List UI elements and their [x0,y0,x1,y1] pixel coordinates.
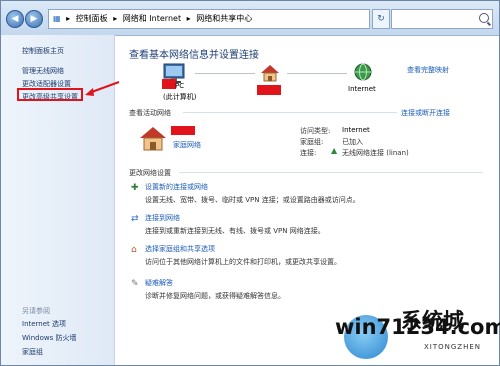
connect-network-icon: ⇄ [131,214,139,224]
address-bar: ◀ ▶ ▦ ▸ 控制面板 ▸ 网络和 Internet ▸ 网络和共享中心 ↻ [1,1,499,36]
connection-line [287,73,347,74]
globe-icon [354,63,372,81]
breadcrumb-separator: ▸ [113,14,118,23]
see-also-internet-options[interactable]: Internet 选项 [22,319,66,329]
task-connect-network: 连接到网络 连接到或重新连接到无线、有线、拨号或 VPN 网络连接。 [145,213,325,236]
task-title[interactable]: 选择家庭组和共享选项 [145,244,341,254]
search-input[interactable] [391,9,493,29]
sidebar-item-home[interactable]: 控制面板主页 [22,46,64,56]
breadcrumb[interactable]: ▦ ▸ 控制面板 ▸ 网络和 Internet ▸ 网络和共享中心 [48,9,370,29]
back-button[interactable]: ◀ [6,10,24,28]
see-also-homegroup[interactable]: 家庭组 [22,347,43,357]
access-type-value: Internet [342,126,370,134]
page-title: 查看基本网络信息并设置连接 [129,50,259,61]
task-troubleshoot: 疑难解答 诊断并修复网络问题，或获得疑难解答信息。 [145,278,285,301]
see-also-heading: 另请参阅 [22,307,50,315]
task-title[interactable]: 设置新的连接或网络 [145,182,360,192]
watermark-text: win71234.com [335,315,500,339]
full-map-link[interactable]: 查看完整映射 [407,65,449,75]
divider [183,112,397,113]
folder-icon: ▦ [53,14,61,23]
access-type-label: 访问类型: [300,127,331,135]
breadcrumb-sharing-center[interactable]: 网络和共享中心 [196,14,252,23]
divider [179,172,483,173]
sidebar-item-manage-wireless[interactable]: 管理无线网络 [22,66,64,76]
breadcrumb-network-internet[interactable]: 网络和 Internet [123,14,181,23]
pc-label: PC [175,82,185,90]
task-title[interactable]: 连接到网络 [145,213,325,223]
task-desc: 诊断并修复网络问题，或获得疑难解答信息。 [145,292,285,300]
highlight-box [17,88,83,101]
redacted-box [257,85,281,95]
troubleshoot-icon: ✎ [131,279,139,289]
connection-label: 连接: [300,149,317,157]
network-type-link[interactable]: 家庭网络 [173,140,201,150]
task-desc: 访问位于其他网络计算机上的文件和打印机，或更改共享设置。 [145,258,341,266]
active-network-title: 查看活动网络 [129,109,171,117]
homegroup-label: 家庭组: [300,138,324,146]
homegroup-icon: ⌂ [131,245,137,255]
task-title[interactable]: 疑难解答 [145,278,285,288]
redacted-box [171,126,195,135]
wifi-signal-icon: ▲ [331,146,338,155]
see-also-firewall[interactable]: Windows 防火墙 [22,333,76,343]
homegroup-value[interactable]: 已加入 [342,137,363,147]
connection-value[interactable]: 无线网络连接 (linan) [342,148,409,158]
home-network-icon [140,127,166,151]
new-connection-icon: ✚ [131,183,139,193]
connection-line [195,73,255,74]
internet-label: Internet [348,85,376,93]
breadcrumb-separator: ▸ [186,14,191,23]
forward-button[interactable]: ▶ [25,10,43,28]
change-settings-title: 更改网络设置 [129,169,171,177]
pc-sublabel: (此计算机) [163,93,197,101]
house-icon [261,65,279,82]
breadcrumb-control-panel[interactable]: 控制面板 [76,14,108,23]
refresh-button[interactable]: ↻ [372,9,390,29]
task-desc: 连接到或重新连接到无线、有线、拨号或 VPN 网络连接。 [145,227,325,235]
breadcrumb-separator: ▸ [66,14,71,23]
task-new-connection: 设置新的连接或网络 设置无线、宽带、拨号、临时或 VPN 连接；或设置路由器或访… [145,182,360,205]
redacted-box [162,79,176,89]
task-homegroup: 选择家庭组和共享选项 访问位于其他网络计算机上的文件和打印机，或更改共享设置。 [145,244,341,267]
task-desc: 设置无线、宽带、拨号、临时或 VPN 连接；或设置路由器或访问点。 [145,196,360,204]
search-icon[interactable] [479,13,489,23]
watermark-sub: XITONGZHEN [424,343,482,351]
window: ◀ ▶ ▦ ▸ 控制面板 ▸ 网络和 Internet ▸ 网络和共享中心 ↻ … [0,0,500,366]
connect-disconnect-link[interactable]: 连接或断开连接 [401,108,450,118]
